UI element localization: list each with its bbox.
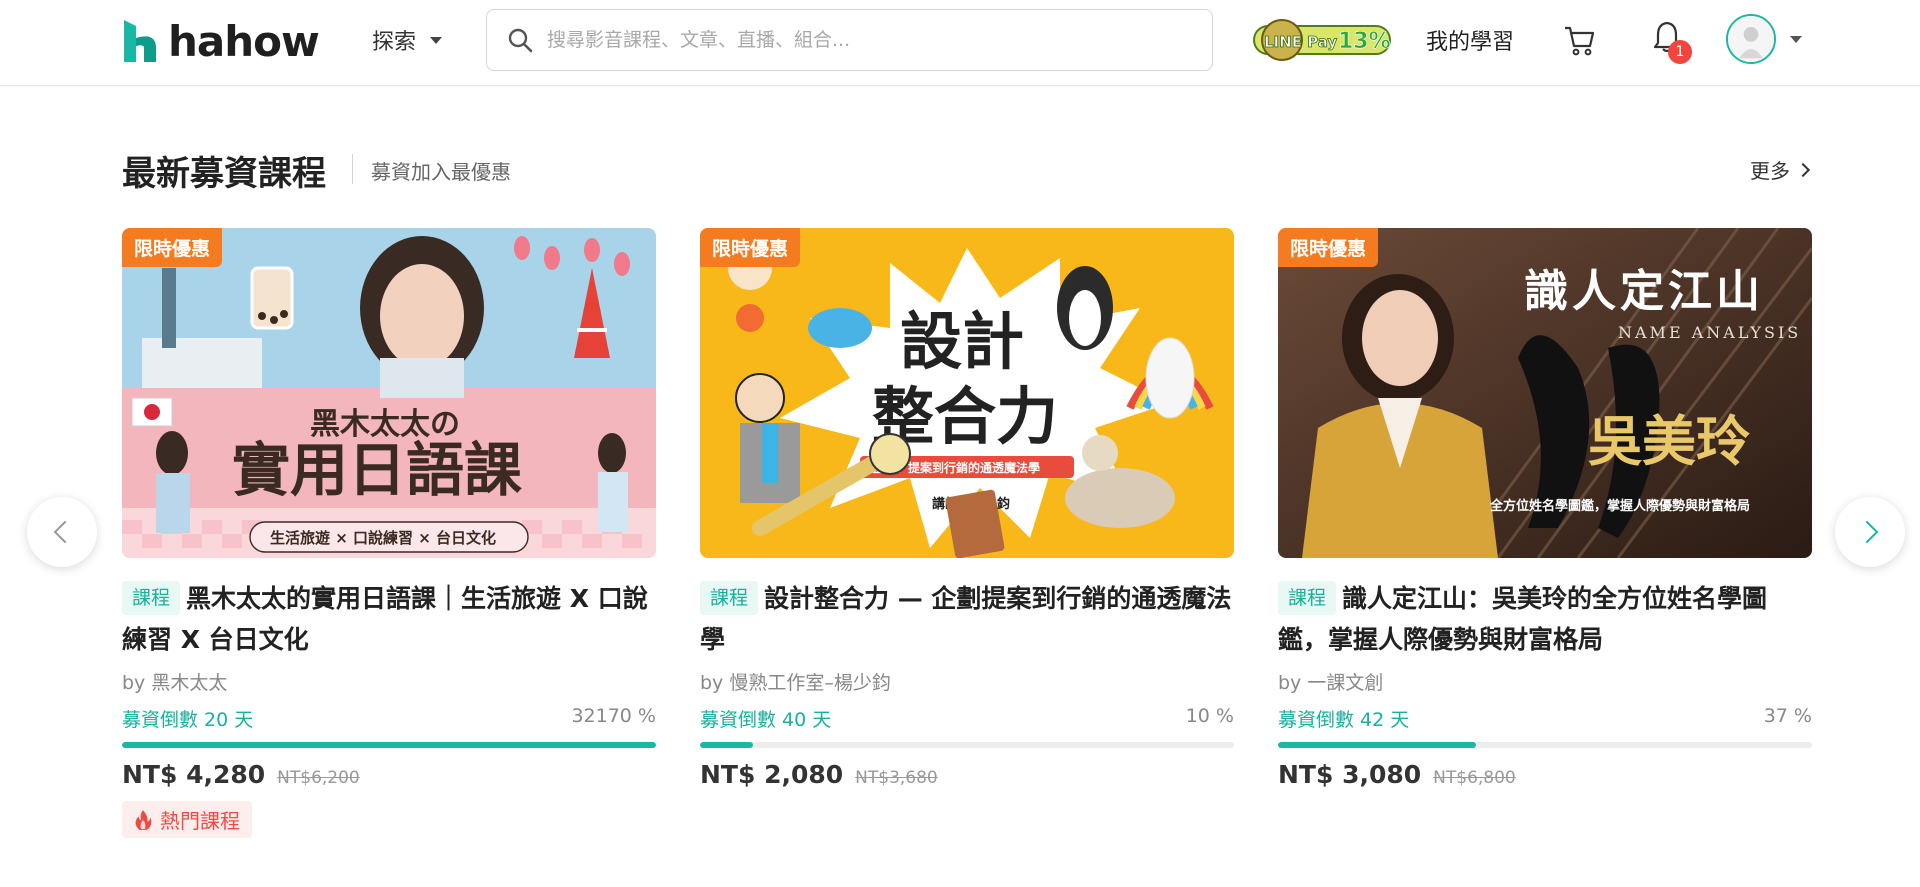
fire-icon [135, 809, 152, 830]
chevron-right-icon [1855, 520, 1879, 544]
search-input[interactable] [547, 29, 1147, 51]
promo-label: 限時優惠 [1278, 228, 1379, 267]
course-author: by 黑木太太 [122, 672, 228, 694]
caret-down-icon [430, 36, 443, 44]
funding-progress-bar [122, 742, 656, 748]
course-card[interactable]: 識人定江山 NAME ANALYSIS 吳美玲 全方位姓名學圖鑑，掌握人際優勢與… [1278, 228, 1812, 789]
more-label: 更多 [1750, 159, 1790, 183]
price-row: NT$ 3,080 NT$6,800 [1278, 760, 1812, 789]
thumb-caption-big: 吳美玲 [1588, 409, 1750, 473]
thumb-caption-main: 識人定江山 [1524, 266, 1764, 317]
price-row: NT$ 4,280 NT$6,200 [122, 760, 656, 789]
funding-countdown: 募資倒數 40 天 [700, 709, 832, 731]
course-type-tag: 課程 [1278, 581, 1337, 615]
thumb-caption-sub: 生活旅遊 × 口說練習 × 台日文化 [270, 529, 496, 547]
funding-progress-bar [1278, 742, 1812, 748]
carousel-next-button[interactable] [1835, 497, 1905, 567]
funding-row: 募資倒數 42 天 37 % [1278, 705, 1812, 732]
course-title-text: 識人定江山：吳美玲的全方位姓名學圖鑑，掌握人際優勢與財富格局 [1278, 584, 1768, 654]
course-card[interactable]: 黑木太太の 實用日語課 生活旅遊 × 口說練習 × 台日文化 限時優惠 課程 黑木… [122, 228, 656, 838]
price-original: NT$3,680 [855, 768, 938, 788]
notification-badge: 1 [1668, 40, 1692, 64]
course-cover-image: 黑木太太の 實用日語課 生活旅遊 × 口說練習 × 台日文化 [122, 228, 656, 558]
funding-percent: 32170 % [571, 705, 656, 727]
funding-row: 募資倒數 40 天 10 % [700, 705, 1234, 732]
course-thumbnail[interactable]: 識人定江山 NAME ANALYSIS 吳美玲 全方位姓名學圖鑑，掌握人際優勢與… [1278, 228, 1812, 558]
funding-progress-bar [700, 742, 1234, 748]
funding-row: 募資倒數 20 天 32170 % [122, 705, 656, 732]
chevron-right-icon [1795, 162, 1811, 177]
svg-text:13%: 13% [1338, 29, 1391, 54]
progress-fill [1278, 742, 1476, 748]
my-learning-link[interactable]: 我的學習 [1426, 24, 1514, 56]
course-title-text: 黑木太太的實用日語課｜生活旅遊 X 口說練習 X 台日文化 [122, 584, 648, 654]
avatar [1726, 14, 1776, 64]
chevron-left-icon [53, 520, 77, 544]
course-title: 課程 設計整合力 — 企劃提案到行銷的通透魔法學 [700, 578, 1234, 660]
course-title-text: 設計整合力 — 企劃提案到行銷的通透魔法學 [700, 584, 1232, 654]
course-title: 課程 黑木太太的實用日語課｜生活旅遊 X 口說練習 X 台日文化 [122, 578, 656, 660]
course-author: by 慢熟工作室–楊少鈞 [700, 672, 891, 694]
progress-fill [700, 742, 754, 748]
thumb-caption-sub: 全方位姓名學圖鑑，掌握人際優勢與財富格局 [1489, 498, 1750, 514]
funding-countdown: 募資倒數 20 天 [122, 709, 254, 731]
explore-label: 探索 [372, 30, 417, 55]
course-type-tag: 課程 [700, 581, 759, 615]
price-original: NT$6,200 [277, 768, 360, 788]
price-row: NT$ 2,080 NT$3,680 [700, 760, 1234, 789]
search-bar[interactable] [486, 9, 1213, 71]
price-current: NT$ 3,080 [1278, 760, 1422, 789]
progress-fill [122, 742, 656, 748]
course-cover-image: 識人定江山 NAME ANALYSIS 吳美玲 全方位姓名學圖鑑，掌握人際優勢與… [1278, 228, 1812, 558]
thumb-caption-big: 實用日語課 [232, 436, 522, 504]
linepay-promo-badge[interactable]: LINE Pay 13% [1252, 14, 1392, 64]
course-thumbnail[interactable]: 黑木太太の 實用日語課 生活旅遊 × 口說練習 × 台日文化 限時優惠 [122, 228, 656, 558]
top-navbar: hahow 探索 LINE Pay 13% 我的學習 1 [0, 0, 1920, 86]
logo-text: hahow [168, 16, 320, 66]
hahow-logo[interactable]: hahow [122, 16, 320, 66]
avatar-image [1728, 16, 1774, 62]
funding-countdown: 募資倒數 42 天 [1278, 709, 1410, 731]
cart-icon[interactable] [1562, 22, 1598, 58]
thumb-caption-en: NAME ANALYSIS [1618, 323, 1801, 342]
hahow-logo-icon [124, 20, 156, 62]
funding-percent: 37 % [1763, 705, 1812, 727]
more-link[interactable]: 更多 [1750, 155, 1811, 184]
explore-menu[interactable]: 探索 [372, 24, 443, 56]
user-menu[interactable] [1726, 14, 1802, 64]
course-card[interactable]: 設計 整合力 企劃、提案到行銷的通透魔法學 講師：楊少鈞 限時優惠 課程設計整合… [700, 228, 1234, 789]
course-author: by 一課文創 [1278, 672, 1384, 694]
search-icon [508, 28, 533, 53]
section-subtitle: 募資加入最優惠 [371, 160, 511, 184]
svg-text:LINE Pay: LINE Pay [1264, 33, 1337, 51]
promo-label: 限時優惠 [122, 228, 223, 267]
hot-course-badge: 熱門課程 [122, 801, 252, 838]
price-current: NT$ 2,080 [700, 760, 844, 789]
price-original: NT$6,800 [1433, 768, 1516, 788]
section-title: 最新募資課程 [122, 154, 326, 194]
funding-percent: 10 % [1185, 705, 1234, 727]
price-current: NT$ 4,280 [122, 760, 266, 789]
course-cover-image: 設計 整合力 企劃、提案到行銷的通透魔法學 講師：楊少鈞 [700, 228, 1234, 558]
notification-button[interactable]: 1 [1652, 20, 1692, 64]
hot-label: 熱門課程 [160, 809, 240, 833]
carousel-prev-button[interactable] [27, 497, 97, 567]
promo-label: 限時優惠 [700, 228, 801, 267]
course-title: 課程 識人定江山：吳美玲的全方位姓名學圖鑑，掌握人際優勢與財富格局 [1278, 578, 1812, 660]
course-thumbnail[interactable]: 設計 整合力 企劃、提案到行銷的通透魔法學 講師：楊少鈞 限時優惠 [700, 228, 1234, 558]
thumb-caption-main: 設計 [900, 305, 1024, 378]
caret-down-icon [1790, 35, 1802, 43]
section-divider [352, 154, 353, 184]
course-type-tag: 課程 [122, 581, 181, 615]
